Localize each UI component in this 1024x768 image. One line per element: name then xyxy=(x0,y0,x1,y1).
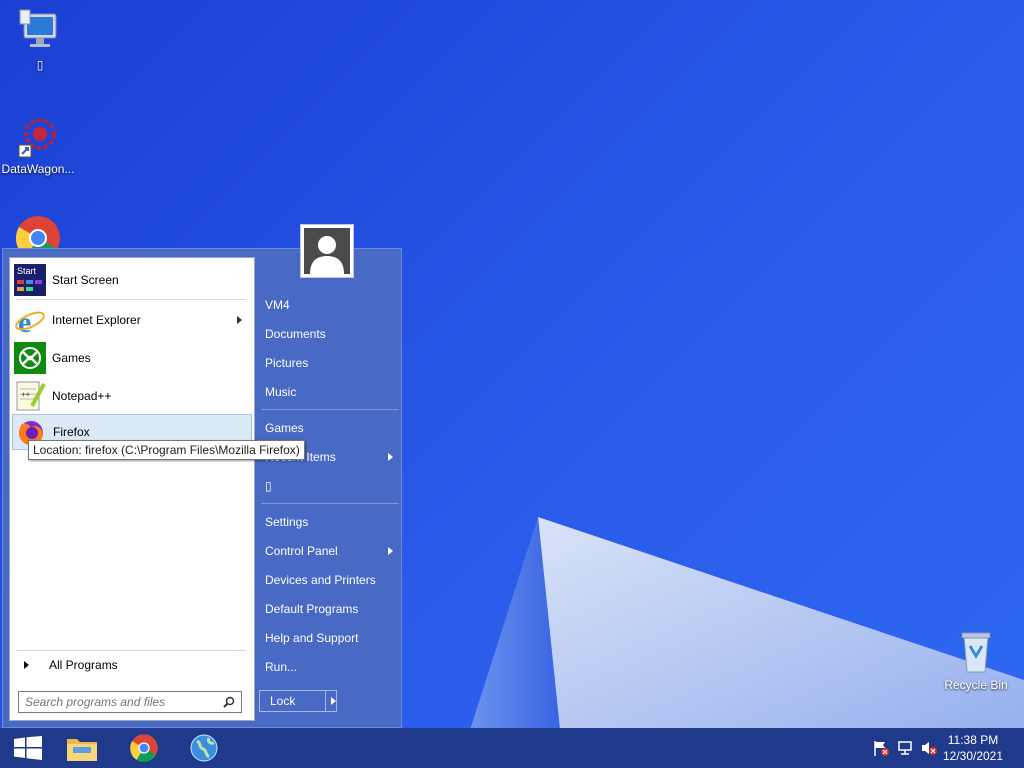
divider xyxy=(325,691,326,711)
submenu-arrow-icon xyxy=(388,453,393,461)
start-right-music[interactable]: Music xyxy=(265,379,399,405)
start-item-games[interactable]: Games xyxy=(14,340,250,376)
all-programs-label: All Programs xyxy=(49,658,118,672)
taskbar-chrome[interactable] xyxy=(116,728,172,768)
desktop-icon-computer[interactable]: ▯ xyxy=(2,8,78,72)
start-right-unnamed[interactable]: ▯ xyxy=(265,473,399,499)
start-right-default-programs[interactable]: Default Programs xyxy=(265,596,399,622)
start-right-label: Help and Support xyxy=(265,631,359,645)
lock-button-label: Lock xyxy=(270,694,296,708)
desktop-icon-label: DataWagon... xyxy=(1,162,75,176)
clock-time: 11:38 PM xyxy=(947,733,999,747)
user-avatar[interactable] xyxy=(300,224,354,278)
search-icon[interactable] xyxy=(223,696,235,708)
user-icon xyxy=(304,228,350,274)
start-right-pictures[interactable]: Pictures xyxy=(265,350,399,376)
separator xyxy=(261,503,399,504)
volume-muted-icon[interactable] xyxy=(920,739,938,757)
separator xyxy=(261,409,399,410)
svg-text:++: ++ xyxy=(21,390,31,399)
start-right-label: VM4 xyxy=(265,298,290,312)
file-explorer-icon xyxy=(67,739,97,761)
notepad-plus-plus-icon: ++ xyxy=(14,380,46,412)
separator xyxy=(16,299,246,300)
taskbar-network-globe[interactable] xyxy=(176,728,232,768)
system-tray xyxy=(872,728,938,768)
start-item-label: Notepad++ xyxy=(52,389,112,403)
shutdown-options-arrow-icon[interactable] xyxy=(331,697,336,705)
start-right-label: Games xyxy=(265,421,304,435)
start-item-notepad-plus-plus[interactable]: ++ Notepad++ xyxy=(14,378,250,414)
windows-start-icon xyxy=(14,736,42,760)
chrome-icon xyxy=(130,734,158,762)
desktop-icon-label: Recycle Bin xyxy=(944,678,1008,692)
start-right-label: Music xyxy=(265,385,297,399)
action-center-flag-icon[interactable] xyxy=(872,739,890,757)
submenu-arrow-icon xyxy=(237,316,242,324)
start-right-run[interactable]: Run... xyxy=(265,654,399,680)
start-item-internet-explorer[interactable]: e Internet Explorer xyxy=(14,302,250,339)
desktop-icon-label: ▯ xyxy=(36,58,44,72)
all-programs-button[interactable]: All Programs xyxy=(18,654,248,676)
desktop-icon-recycle-bin[interactable]: Recycle Bin xyxy=(938,628,1014,692)
start-right-control-panel[interactable]: Control Panel xyxy=(265,538,399,564)
start-right-user-folder[interactable]: VM4 xyxy=(265,292,399,318)
start-right-devices-and-printers[interactable]: Devices and Printers xyxy=(265,567,399,593)
desktop-icon-datawagon[interactable]: DataWagon... xyxy=(0,112,76,176)
start-right-label: ▯ xyxy=(265,479,272,493)
start-right-label: Pictures xyxy=(265,356,309,370)
start-button[interactable] xyxy=(0,728,56,768)
start-right-label: Settings xyxy=(265,515,309,529)
datawagon-icon xyxy=(14,112,62,160)
network-icon[interactable] xyxy=(896,739,914,757)
start-right-label: Default Programs xyxy=(265,602,359,616)
svg-text:Start: Start xyxy=(17,266,37,276)
computer-icon xyxy=(16,8,64,56)
start-item-label: Internet Explorer xyxy=(52,313,141,327)
search-box[interactable] xyxy=(18,691,242,713)
start-right-label: Documents xyxy=(265,327,326,341)
submenu-arrow-icon xyxy=(388,547,393,555)
start-item-label: Games xyxy=(52,351,91,365)
start-right-label: Run... xyxy=(265,660,298,674)
start-menu: Start Start Screen e Internet Explorer G… xyxy=(2,248,402,728)
start-right-help-and-support[interactable]: Help and Support xyxy=(265,625,399,651)
separator xyxy=(16,650,246,651)
expand-arrow-icon xyxy=(24,661,29,669)
start-screen-icon: Start xyxy=(14,264,46,296)
recycle-bin-icon xyxy=(952,628,1000,676)
start-item-start-screen[interactable]: Start Start Screen xyxy=(14,262,250,298)
start-item-label: Firefox xyxy=(53,425,90,439)
firefox-location-tooltip: Location: firefox (C:\Program Files\Mozi… xyxy=(28,440,305,460)
taskbar: 11:38 PM 12/30/2021 xyxy=(0,728,1024,768)
taskbar-file-explorer[interactable] xyxy=(54,728,110,768)
globe-icon xyxy=(190,734,218,762)
start-right-label: Devices and Printers xyxy=(265,573,376,587)
clock-date: 12/30/2021 xyxy=(942,749,1004,763)
internet-explorer-icon: e xyxy=(14,304,46,339)
taskbar-clock[interactable]: 11:38 PM 12/30/2021 xyxy=(938,732,1008,764)
start-right-games[interactable]: Games xyxy=(265,415,399,441)
search-input[interactable] xyxy=(25,693,215,711)
lock-button[interactable]: Lock xyxy=(259,690,337,712)
games-icon xyxy=(14,342,46,374)
start-menu-programs-pane: Start Start Screen e Internet Explorer G… xyxy=(9,257,255,721)
start-right-documents[interactable]: Documents xyxy=(265,321,399,347)
start-right-settings[interactable]: Settings xyxy=(265,509,399,535)
start-item-label: Start Screen xyxy=(52,273,119,287)
start-right-label: Control Panel xyxy=(265,544,338,558)
